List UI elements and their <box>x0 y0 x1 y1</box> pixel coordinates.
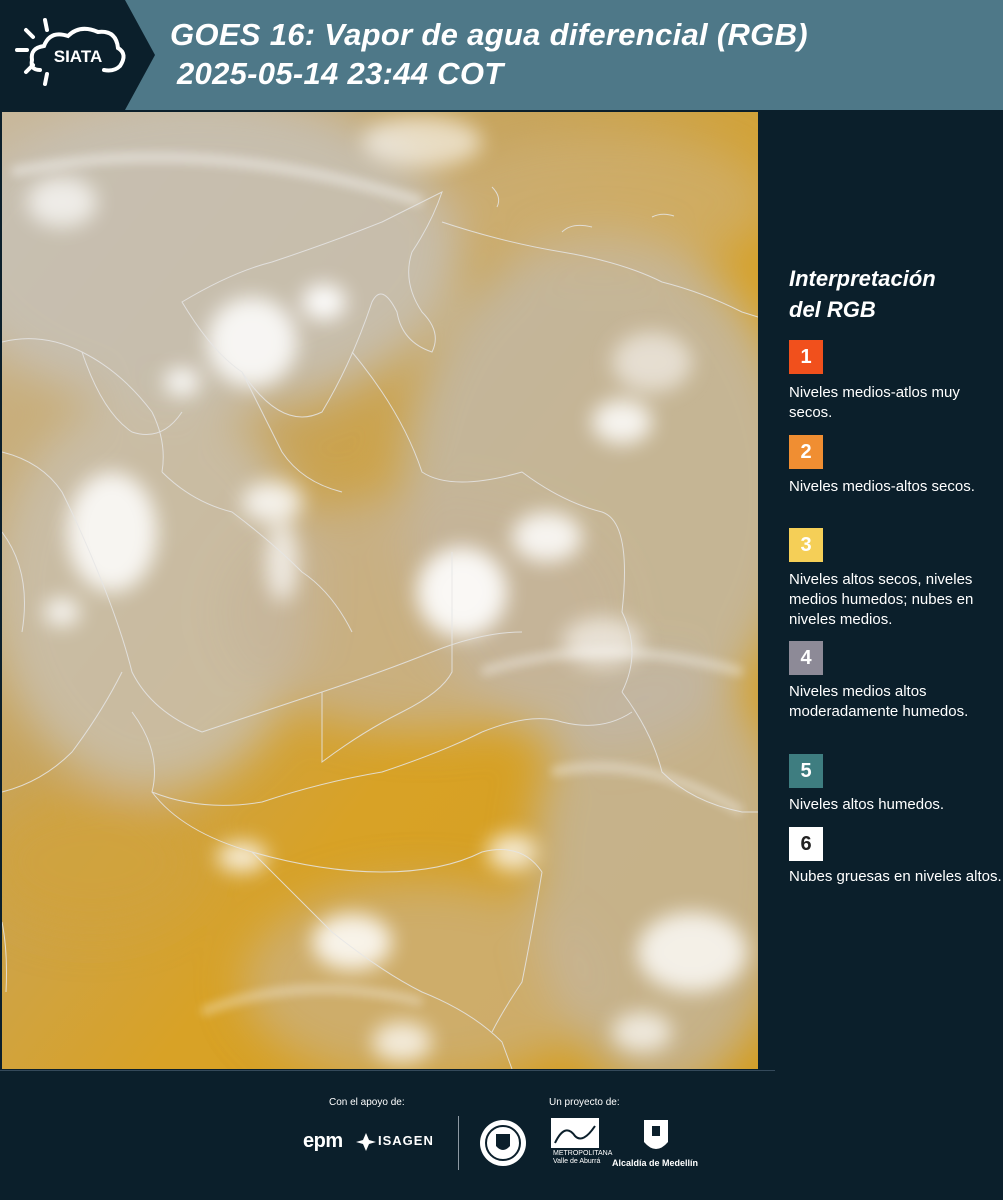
footer-divider <box>458 1116 459 1170</box>
legend-label-6: Nubes gruesas en niveles altos. <box>789 868 1002 885</box>
isagen-icon <box>356 1133 376 1151</box>
legend-label-2: Niveles medios-altos secos. <box>789 478 975 495</box>
siata-logo-text: SIATA <box>54 47 102 66</box>
area-line-1: METROPOLITANA <box>553 1150 613 1157</box>
alcaldia-text: Alcaldía de Medellín <box>612 1158 699 1168</box>
legend-title-2: del RGB <box>789 297 876 322</box>
legend-number-1: 1 <box>800 346 812 368</box>
page-title: GOES 16: Vapor de agua diferencial (RGB) <box>170 17 808 52</box>
legend-label-1: Niveles medios-atlos muy secos. <box>789 384 960 421</box>
legend-swatch-5: 5 <box>789 754 823 788</box>
project-label: Un proyecto de: <box>549 1097 620 1108</box>
legend-number-6: 6 <box>800 833 812 855</box>
isagen-logo[interactable]: ISAGEN <box>378 1133 434 1148</box>
legend-title: Interpretación <box>789 266 936 291</box>
legend-label-4: Niveles medios altos moderadamente humed… <box>789 683 969 720</box>
alcaldia-shield-icon[interactable] <box>642 1118 670 1156</box>
legend-swatch-3: 3 <box>789 528 823 562</box>
legend-number-3: 3 <box>800 534 812 556</box>
legend-swatch-2: 2 <box>789 435 823 469</box>
legend-panel: Interpretación del RGB 1 Niveles medios-… <box>760 110 1003 1070</box>
support-label: Con el apoyo de: <box>329 1097 405 1108</box>
siata-logo[interactable]: SIATA <box>0 0 155 110</box>
legend-number-4: 4 <box>800 647 812 669</box>
area-metropolitana-logo-icon[interactable] <box>551 1118 599 1148</box>
legend-label-3: Niveles altos secos, niveles medios hume… <box>789 571 974 628</box>
area-metropolitana-text: METROPOLITANA Valle de Aburrá <box>553 1150 612 1166</box>
satellite-map[interactable] <box>2 112 758 1069</box>
legend-number-5: 5 <box>800 760 812 782</box>
header-bar: SIATA GOES 16: Vapor de agua diferencial… <box>0 0 1003 110</box>
epm-logo[interactable]: epm <box>303 1130 343 1153</box>
footer: Con el apoyo de: Un proyecto de: epm ISA… <box>0 1070 1003 1200</box>
map-canvas <box>2 112 758 1069</box>
siata-logo-badge: SIATA <box>0 0 155 110</box>
legend-swatch-1: 1 <box>789 340 823 374</box>
legend-label-5: Niveles altos humedos. <box>789 796 945 813</box>
university-seal-icon[interactable] <box>478 1118 528 1168</box>
legend-swatch-6: 6 <box>789 827 823 861</box>
legend-swatch-4: 4 <box>789 641 823 675</box>
area-line-2: Valle de Aburrá <box>553 1158 601 1165</box>
legend-number-2: 2 <box>800 441 812 463</box>
page-timestamp: 2025-05-14 23:44 COT <box>177 56 504 91</box>
footer-divider-line <box>0 1070 775 1071</box>
